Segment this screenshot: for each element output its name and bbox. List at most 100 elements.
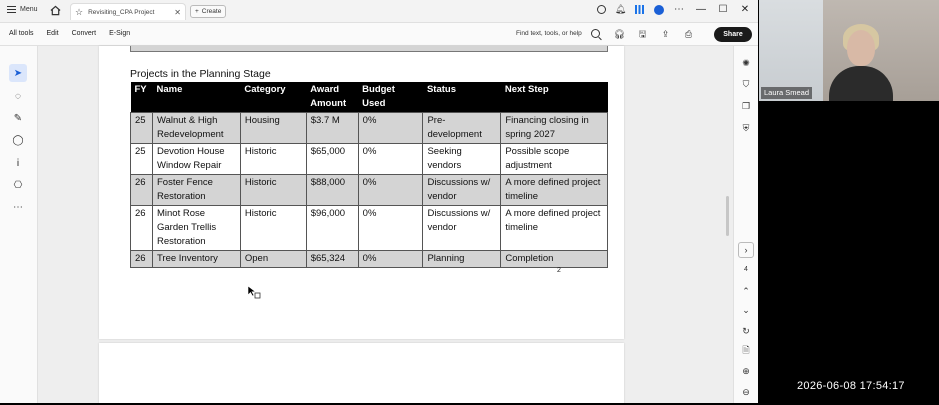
help-icon[interactable] <box>596 4 607 15</box>
more-tools-icon[interactable]: ⋯ <box>9 198 27 216</box>
table-header-row: FY Name Category Award Amount Budget Use… <box>130 82 608 113</box>
upload-icon[interactable]: ⇪ <box>660 29 671 40</box>
zoom-out-icon[interactable]: ⊖ <box>738 384 754 400</box>
maximize-icon[interactable]: ☐ <box>716 4 730 15</box>
cell-award-amount: $88,000 <box>305 174 359 206</box>
table-row: 25 Devotion House Window Repair Historic $6… <box>130 143 608 175</box>
select-arrow-icon[interactable]: ➤ <box>9 64 27 82</box>
menu-icon <box>7 6 16 13</box>
ai-assistant-icon[interactable]: ✺ <box>738 55 754 71</box>
minimize-icon[interactable]: — <box>694 4 708 15</box>
cell-status: Discussions w/ vendor <box>422 174 502 206</box>
apps-grid-icon[interactable] <box>634 4 645 15</box>
toolbar-icons: 🎧︎ 🖫 ⇪ ⎙ <box>614 29 694 40</box>
tab-edit[interactable]: Edit <box>47 30 59 37</box>
next-page <box>99 343 624 403</box>
save-page-icon[interactable]: 🗎︎ <box>738 343 754 359</box>
tab-all-tools[interactable]: All tools <box>9 30 34 37</box>
cell-fy: 26 <box>130 174 153 206</box>
copy-pages-icon[interactable]: ❐ <box>738 98 754 114</box>
cell-award-amount: $96,000 <box>305 205 359 251</box>
account-icon[interactable] <box>653 4 664 15</box>
menu-button[interactable]: Menu <box>7 6 38 13</box>
text-select-icon[interactable]: Ꭵ <box>9 154 27 172</box>
table-row: 25 Walnut & High Redevelopment Housing $3.7… <box>130 112 608 144</box>
page-number: 2 <box>557 267 561 274</box>
column-header: Award Amount <box>306 82 359 113</box>
more-icon[interactable]: ⋯ <box>672 4 686 15</box>
cell-name: Foster Fence Restoration <box>151 174 241 206</box>
share-button[interactable]: Share <box>714 27 752 42</box>
save-icon[interactable]: 🖫 <box>637 29 648 40</box>
recording-timestamp: 2026-06-08 17:54:17 <box>797 380 905 392</box>
table-row: 26 Minot Rose Garden Trellis Restoration H… <box>130 205 608 251</box>
cell-name: Minot Rose Garden Trellis Restoration <box>151 205 241 251</box>
expand-icon[interactable]: › <box>738 242 754 258</box>
cell-status: Seeking vendors <box>422 143 502 175</box>
close-window-icon[interactable]: ✕ <box>738 4 752 15</box>
cell-status: Pre-development <box>422 112 502 144</box>
close-tab-icon[interactable]: ✕ <box>174 8 181 17</box>
column-header: Status <box>422 82 501 113</box>
read-aloud-icon[interactable]: 🎧︎ <box>614 29 625 40</box>
current-page-indicator[interactable]: 4 <box>739 266 753 273</box>
highlight-pen-icon[interactable]: ✎ <box>9 109 27 127</box>
home-icon[interactable] <box>50 5 61 16</box>
right-rail: ✺ ⛉ ❐ ⛨ › 4 ⌃ ⌄ ↻ 🗎︎ ⊕ ⊖ <box>733 46 758 403</box>
find-input[interactable]: Find text, tools, or help <box>516 30 582 37</box>
column-header: Category <box>240 82 307 113</box>
cell-next-step: A more defined project timeline <box>500 205 608 251</box>
bookmark-icon[interactable]: ⛉ <box>738 76 754 92</box>
star-icon[interactable]: ☆ <box>75 7 83 18</box>
create-label: Create <box>201 8 222 15</box>
table-row: 26 Tree Inventory Open $65,324 0% Planning Com… <box>130 250 608 268</box>
document-tab[interactable]: ☆ Revisiting_CPA Project ✕ <box>70 3 186 20</box>
create-button[interactable]: + Create <box>190 5 227 18</box>
projects-table: FY Name Category Award Amount Budget Use… <box>130 82 608 268</box>
zoom-in-icon[interactable]: ⊕ <box>738 363 754 379</box>
lasso-icon[interactable]: ◯ <box>9 131 27 149</box>
column-header: FY <box>130 82 153 113</box>
cell-fy: 25 <box>130 143 153 175</box>
cell-category: Historic <box>239 205 307 251</box>
participant-name: Laura Smead <box>761 87 813 99</box>
cell-next-step: Completion <box>500 250 608 268</box>
cell-next-step: Financing closing in spring 2027 <box>500 112 608 144</box>
table-row: 26 Foster Fence Restoration Historic $88,00… <box>130 174 608 206</box>
cell-category: Historic <box>239 143 307 175</box>
scroll-down-icon[interactable]: ⌄ <box>738 302 754 318</box>
plus-icon: + <box>195 8 199 15</box>
cell-status: Planning <box>422 250 502 268</box>
comment-icon[interactable]: ◌ <box>9 87 27 105</box>
cell-name: Tree Inventory <box>151 250 241 268</box>
cell-award-amount: $3.7 M <box>305 112 359 144</box>
column-header: Name <box>152 82 241 113</box>
cell-award-amount: $65,000 <box>305 143 359 175</box>
tab-convert[interactable]: Convert <box>72 30 97 37</box>
bell-icon[interactable]: 🔔︎ <box>615 4 626 15</box>
cell-next-step: Possible scope adjustment <box>500 143 608 175</box>
acrobat-window: Menu ☆ Revisiting_CPA Project ✕ + Create… <box>0 0 758 403</box>
protect-icon[interactable]: ⛨ <box>738 120 754 136</box>
search-icon[interactable] <box>591 29 600 38</box>
mouse-cursor-icon <box>247 285 261 299</box>
background-window <box>759 0 823 101</box>
cell-budget-used: 0% <box>357 112 424 144</box>
left-toolbar: ➤ ◌ ✎ ◯ Ꭵ ⎔ ⋯ <box>0 46 38 403</box>
cell-category: Open <box>239 250 307 268</box>
cell-category: Historic <box>239 174 307 206</box>
tab-e-sign[interactable]: E-Sign <box>109 30 130 37</box>
cell-budget-used: 0% <box>357 250 424 268</box>
print-icon[interactable]: ⎙ <box>683 29 694 40</box>
cell-fy: 26 <box>130 205 153 251</box>
participant-body <box>829 66 893 101</box>
stamp-icon[interactable]: ⎔ <box>9 176 27 194</box>
vertical-scrollbar[interactable] <box>726 196 729 236</box>
cell-name: Walnut & High Redevelopment <box>151 112 241 144</box>
cell-next-step: A more defined project timeline <box>500 174 608 206</box>
column-header: Budget Used <box>358 82 423 113</box>
refresh-icon[interactable]: ↻ <box>738 323 754 339</box>
previous-table-edge <box>130 46 608 52</box>
title-bar: Menu ☆ Revisiting_CPA Project ✕ + Create… <box>0 0 758 23</box>
scroll-up-icon[interactable]: ⌃ <box>738 283 754 299</box>
